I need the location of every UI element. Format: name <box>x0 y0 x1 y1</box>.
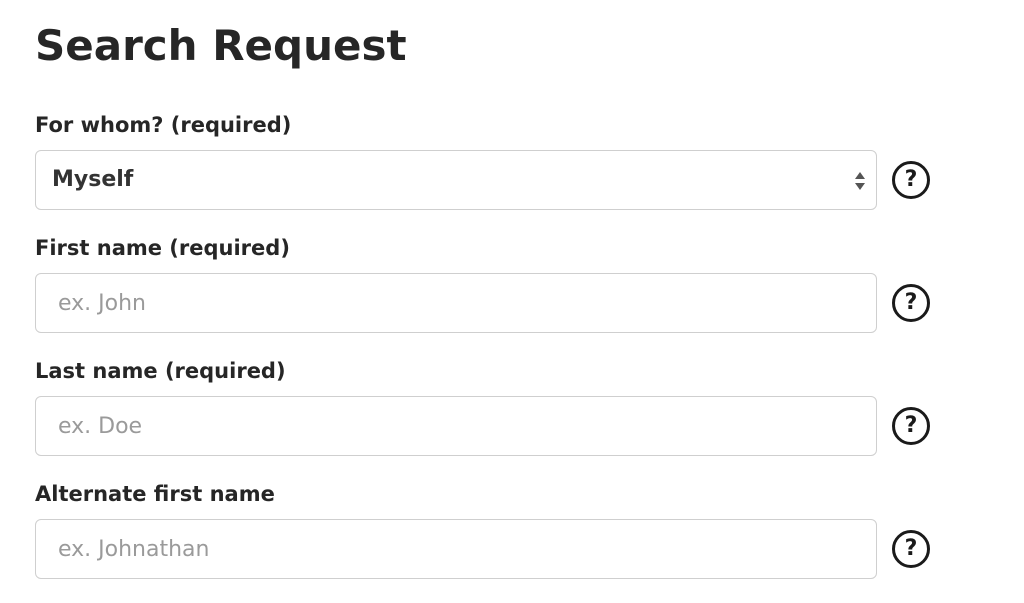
question-mark-glyph: ? <box>904 167 918 192</box>
first-name-input[interactable] <box>36 274 876 332</box>
alternate-first-name-field[interactable] <box>35 519 877 579</box>
alternate-first-name-label: Alternate first name <box>35 482 275 506</box>
alternate-first-name-help-icon[interactable]: ? <box>892 530 930 568</box>
question-mark-glyph: ? <box>904 536 918 561</box>
select-arrows-icon <box>855 172 865 190</box>
first-name-help-icon[interactable]: ? <box>892 284 930 322</box>
last-name-field[interactable] <box>35 396 877 456</box>
alternate-first-name-input[interactable] <box>36 520 876 578</box>
first-name-label: First name (required) <box>35 236 290 260</box>
for-whom-label: For whom? (required) <box>35 113 292 137</box>
question-mark-glyph: ? <box>904 290 918 315</box>
question-mark-glyph: ? <box>904 413 918 438</box>
last-name-help-icon[interactable]: ? <box>892 407 930 445</box>
for-whom-help-icon[interactable]: ? <box>892 161 930 199</box>
for-whom-selected-value: Myself <box>52 167 134 192</box>
last-name-input[interactable] <box>36 397 876 455</box>
for-whom-select[interactable]: Myself <box>35 150 877 210</box>
page-title: Search Request <box>35 21 407 70</box>
first-name-field[interactable] <box>35 273 877 333</box>
last-name-label: Last name (required) <box>35 359 286 383</box>
